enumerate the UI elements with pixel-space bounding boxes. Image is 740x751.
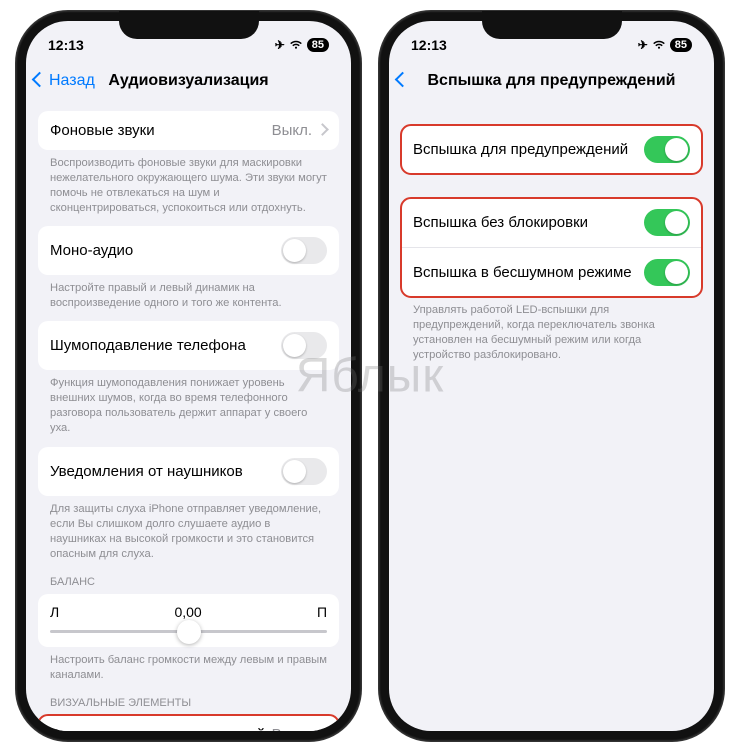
row-flash-for-alerts[interactable]: Вспышка для предупреждений: [401, 125, 702, 174]
wifi-icon: [289, 40, 303, 50]
back-label: Назад: [49, 72, 95, 90]
row-background-sounds[interactable]: Фоновые звуки Выкл.: [38, 111, 339, 150]
chevron-right-icon: [318, 123, 327, 137]
nav-bar: Вспышка для предупреждений: [389, 61, 714, 101]
battery-level: 85: [670, 38, 692, 52]
balance-slider-cell: Л 0,00 П: [38, 594, 339, 647]
row-label: Шумоподавление телефона: [50, 337, 246, 354]
wifi-icon: [652, 40, 666, 50]
battery-level: 85: [307, 38, 329, 52]
row-label: Фоновые звуки: [50, 122, 155, 139]
footer-text: Для защиты слуха iPhone отправляет уведо…: [38, 496, 339, 562]
back-button[interactable]: Назад: [34, 72, 95, 90]
row-value: Выкл.: [272, 122, 312, 139]
row-label: Уведомления от наушников: [50, 463, 243, 480]
footer-text: Воспроизводить фоновые звуки для маскиро…: [38, 150, 339, 216]
row-label: Вспышка для предупреждений: [413, 141, 628, 158]
status-right: ✈ 85: [275, 38, 329, 52]
status-time: 12:13: [48, 37, 84, 53]
row-value: Выкл.: [272, 726, 312, 730]
chevron-left-icon: [34, 72, 47, 90]
airplane-icon: ✈: [275, 38, 285, 52]
toggle-flash-unlocked[interactable]: [644, 209, 690, 236]
phone-frame-left: 12:13 ✈ 85 Назад Аудиовизуализация Фонов…: [16, 11, 361, 741]
content-right: Вспышка для предупреждений Вспышка без б…: [389, 101, 714, 731]
footer-text: Управлять работой LED-вспышки для предуп…: [401, 297, 702, 363]
notch: [119, 11, 259, 39]
row-flash-unlocked[interactable]: Вспышка без блокировки: [401, 198, 702, 248]
balance-center-label: 0,00: [174, 604, 201, 620]
nav-bar: Назад Аудиовизуализация: [26, 61, 351, 101]
status-time: 12:13: [411, 37, 447, 53]
back-button[interactable]: [397, 72, 410, 90]
row-flash-silent[interactable]: Вспышка в бесшумном режиме: [401, 248, 702, 297]
chevron-left-icon: [397, 72, 410, 90]
footer-text: Настройте правый и левый динамик на восп…: [38, 275, 339, 311]
row-noise-cancel[interactable]: Шумоподавление телефона: [38, 321, 339, 370]
section-header-balance: БАЛАНС: [38, 562, 339, 588]
toggle-flash-silent[interactable]: [644, 259, 690, 286]
group-flash-options: Вспышка без блокировки Вспышка в бесшумн…: [401, 198, 702, 297]
balance-left-label: Л: [50, 604, 59, 620]
row-headphone-notify[interactable]: Уведомления от наушников: [38, 447, 339, 496]
row-flash-alerts[interactable]: Вспышка для предупреждений Выкл.: [38, 715, 339, 730]
section-header-visual: ВИЗУАЛЬНЫЕ ЭЛЕМЕНТЫ: [38, 683, 339, 709]
row-label: Моно-аудио: [50, 242, 133, 259]
screen-right: 12:13 ✈ 85 Вспышка для предупреждений Вс…: [389, 21, 714, 731]
content-left: Фоновые звуки Выкл. Воспроизводить фонов…: [26, 101, 351, 731]
airplane-icon: ✈: [638, 38, 648, 52]
status-right: ✈ 85: [638, 38, 692, 52]
footer-text: Настроить баланс громкости между левым и…: [38, 647, 339, 683]
footer-text: Функция шумоподавления понижает уровень …: [38, 370, 339, 436]
chevron-right-icon: [318, 728, 327, 731]
row-mono-audio[interactable]: Моно-аудио: [38, 226, 339, 275]
balance-slider[interactable]: [50, 630, 327, 633]
row-label: Вспышка для предупреждений: [50, 726, 265, 730]
notch: [482, 11, 622, 39]
page-title: Вспышка для предупреждений: [389, 72, 714, 90]
toggle-noise-cancel[interactable]: [281, 332, 327, 359]
row-label: Вспышка в бесшумном режиме: [413, 264, 632, 281]
balance-right-label: П: [317, 604, 327, 620]
toggle-headphone-notify[interactable]: [281, 458, 327, 485]
toggle-flash-alerts[interactable]: [644, 136, 690, 163]
screen-left: 12:13 ✈ 85 Назад Аудиовизуализация Фонов…: [26, 21, 351, 731]
slider-thumb[interactable]: [177, 620, 201, 644]
toggle-mono-audio[interactable]: [281, 237, 327, 264]
phone-frame-right: 12:13 ✈ 85 Вспышка для предупреждений Вс…: [379, 11, 724, 741]
row-label: Вспышка без блокировки: [413, 214, 588, 231]
